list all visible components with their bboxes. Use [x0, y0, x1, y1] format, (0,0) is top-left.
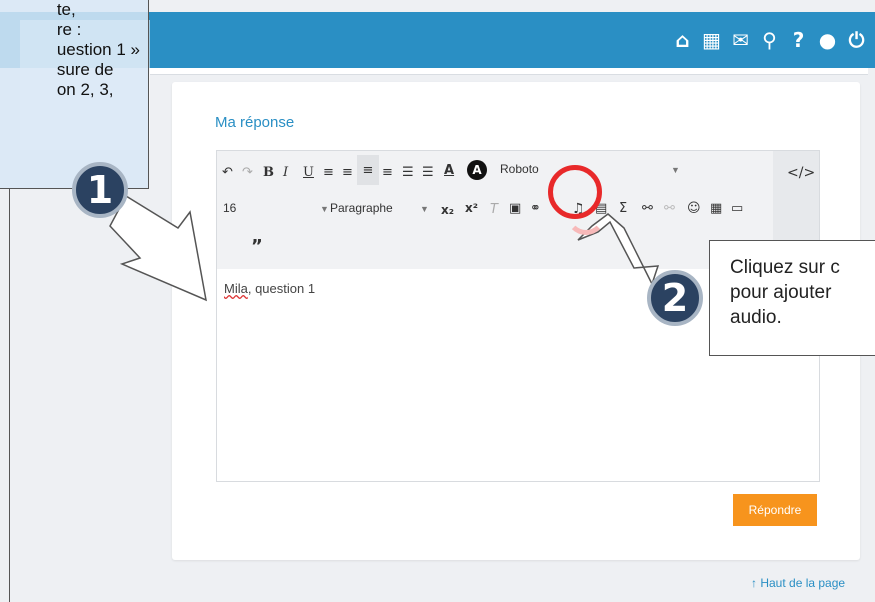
spellcheck-word: Mila [224, 281, 248, 296]
formula-icon[interactable]: Σ [619, 201, 627, 216]
search-icon[interactable]: ⚲ [755, 25, 784, 55]
align-left-icon[interactable]: ≡ [357, 155, 379, 185]
align-center-icon[interactable]: ≡ [342, 165, 353, 180]
superscript-icon[interactable]: x² [465, 201, 478, 215]
chevron-down-icon: ▼ [320, 204, 329, 214]
bold-icon[interactable]: B [263, 165, 274, 180]
link-icon[interactable]: ⚭ [530, 201, 541, 216]
reply-button[interactable]: Répondre [733, 494, 817, 526]
step-2-badge: 2 [647, 270, 703, 326]
mail-icon[interactable]: ✉ [726, 25, 755, 55]
header-strip [150, 68, 868, 75]
tutorial-text-right: Cliquez sur c pour ajouter audio. [730, 257, 840, 328]
document-icon[interactable]: ▭ [731, 201, 743, 216]
font-size-select[interactable]: 16 [223, 201, 236, 215]
step-1-badge: 1 [72, 162, 128, 218]
divider-line [9, 188, 10, 602]
italic-icon[interactable]: I [283, 165, 288, 180]
tutorial-text-left: te, re : uestion 1 » sure de on 2, 3, [56, 0, 140, 99]
chevron-down-icon: ▼ [420, 204, 429, 214]
subscript-icon[interactable]: x₂ [441, 203, 454, 217]
topbar-icon-group: ⌂ ▦ ✉ ⚲ ? ● ⏻ [668, 12, 875, 68]
chevron-down-icon: ▼ [671, 165, 680, 175]
tutorial-callout-right: Cliquez sur c pour ajouter audio. [709, 240, 875, 356]
page-title: Ma réponse [215, 114, 295, 131]
align-justify-icon[interactable]: ≡ [323, 165, 334, 180]
blockquote-icon[interactable]: ” [251, 236, 263, 257]
unlink-icon[interactable]: ⚯ [664, 201, 675, 216]
image-icon[interactable]: ▣ [509, 201, 521, 216]
font-family-select[interactable]: Roboto [500, 162, 539, 176]
table-icon[interactable]: ▦ [710, 201, 722, 216]
highlight-color-icon[interactable]: A [467, 160, 487, 180]
help-icon[interactable]: ? [784, 25, 813, 55]
code-view-icon[interactable]: </> [787, 165, 815, 181]
editor-content-rest: , question 1 [247, 281, 316, 296]
home-icon[interactable]: ⌂ [668, 25, 697, 55]
power-icon[interactable]: ⏻ [842, 25, 871, 55]
numbered-list-icon[interactable]: ☰ [422, 165, 434, 180]
emoji-icon[interactable]: ☺ [687, 201, 701, 216]
user-icon[interactable]: ● [813, 25, 842, 55]
apps-grid-icon[interactable]: ▦ [697, 25, 726, 55]
undo-icon[interactable]: ↶ [222, 165, 233, 180]
bullet-list-icon[interactable]: ☰ [402, 165, 414, 180]
editor-toolbar: ↶ ↷ B I U ≡ ≡ ≡ ≡ ☰ ☰ A A Roboto ▼ 16 ▼ … [217, 151, 773, 269]
link-add-icon[interactable]: ⚯ [642, 201, 653, 216]
highlight-ring-shadow [566, 195, 606, 235]
back-to-top-link[interactable]: ↑ Haut de la page [751, 576, 845, 590]
tutorial-callout-left: te, re : uestion 1 » sure de on 2, 3, [0, 0, 149, 189]
clear-format-icon[interactable]: T [490, 202, 498, 217]
underline-icon[interactable]: U [303, 165, 314, 180]
text-color-icon[interactable]: A [444, 163, 454, 178]
paragraph-select[interactable]: Paragraphe [330, 201, 393, 215]
align-right-icon[interactable]: ≡ [382, 165, 393, 180]
editor-content: Mila, question 1 [224, 281, 315, 296]
redo-icon[interactable]: ↷ [242, 165, 253, 180]
